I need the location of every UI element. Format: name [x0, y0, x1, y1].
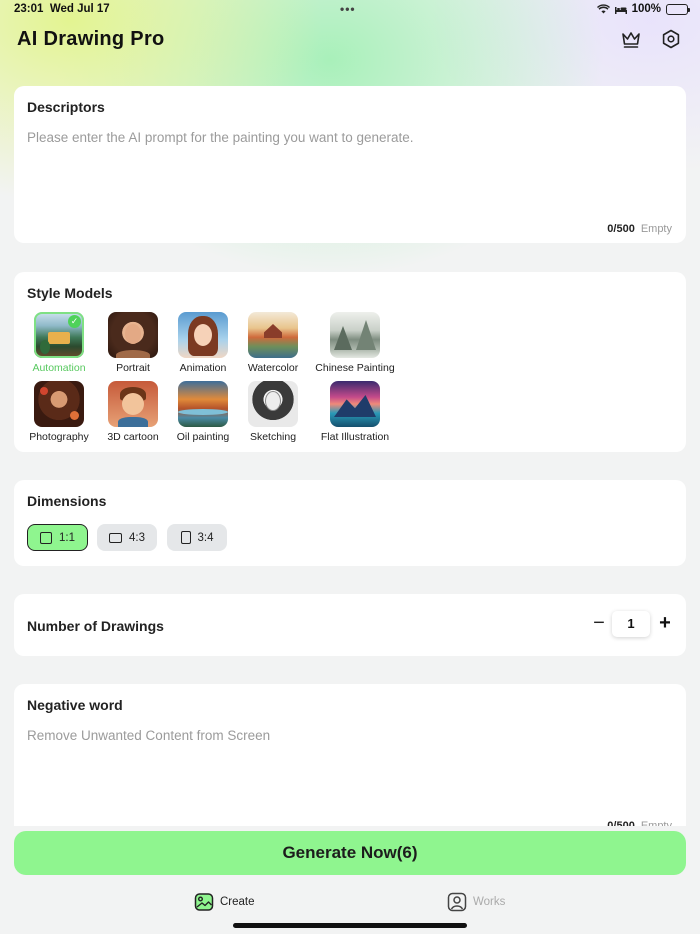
check-icon: ✓ — [68, 315, 81, 328]
status-indicators: 100% — [596, 3, 690, 15]
style-models-card: Style Models ✓ Automation Portrait Anima… — [14, 272, 686, 452]
style-label: Watercolor — [247, 362, 299, 374]
negative-word-title: Negative word — [27, 697, 123, 713]
style-thumbnail — [108, 381, 158, 427]
ratio-label: 1:1 — [59, 531, 75, 544]
decrement-button[interactable]: − — [590, 611, 608, 637]
negative-word-input[interactable] — [27, 728, 673, 808]
create-icon — [194, 893, 214, 911]
landscape-ratio-icon — [109, 532, 122, 543]
style-thumbnail — [108, 312, 158, 358]
ratio-label: 4:3 — [129, 531, 145, 544]
app-title: AI Drawing Pro — [17, 28, 165, 50]
dimensions-card: Dimensions 1:1 4:3 3:4 — [14, 480, 686, 566]
tab-works[interactable]: Works — [447, 892, 505, 912]
style-chinese-painting[interactable]: Chinese Painting — [310, 312, 400, 374]
ratio-label: 3:4 — [197, 531, 214, 544]
style-thumbnail — [178, 312, 228, 358]
square-ratio-icon — [40, 531, 52, 544]
battery-icon — [666, 3, 690, 15]
prompt-char-counter: 0/500 Empty — [607, 223, 672, 235]
tab-create-label: Create — [220, 896, 255, 908]
home-indicator[interactable] — [233, 923, 467, 928]
style-watercolor[interactable]: Watercolor — [228, 312, 318, 374]
works-icon — [447, 892, 467, 912]
descriptors-title: Descriptors — [27, 99, 105, 115]
ratio-option-3-4[interactable]: 3:4 — [167, 524, 227, 551]
tab-works-label: Works — [473, 896, 506, 908]
number-of-drawings-card: Number of Drawings − 1 + — [14, 594, 686, 656]
tab-bar: Create Works — [0, 890, 700, 920]
prompt-input[interactable] — [27, 130, 673, 210]
ratio-option-1-1[interactable]: 1:1 — [27, 524, 88, 551]
settings-icon[interactable] — [660, 28, 682, 50]
style-thumbnail — [178, 381, 228, 427]
crown-icon[interactable] — [620, 28, 642, 50]
descriptors-card: Descriptors 0/500Empty — [14, 86, 686, 243]
style-thumbnail: ✓ — [34, 312, 84, 358]
battery-percent: 100% — [631, 3, 661, 15]
multitasking-dots[interactable]: ••• — [340, 2, 356, 16]
app-header: AI Drawing Pro — [0, 22, 700, 62]
style-thumbnail — [34, 381, 84, 427]
style-flat-illustration[interactable]: Flat Illustration — [310, 381, 400, 443]
style-thumbnail — [248, 381, 298, 427]
style-thumbnail — [248, 312, 298, 358]
style-thumbnail — [330, 381, 380, 427]
status-bar: 23:01 Wed Jul 17 ••• 100% — [0, 0, 700, 20]
style-sketching[interactable]: Sketching — [228, 381, 318, 443]
style-label: Sketching — [249, 431, 297, 443]
wifi-icon — [596, 4, 610, 14]
increment-button[interactable]: + — [656, 611, 674, 637]
drawings-count-field[interactable]: 1 — [612, 611, 650, 637]
style-label: Flat Illustration — [320, 431, 390, 443]
style-label: Chinese Painting — [315, 362, 395, 374]
status-time: 23:01 Wed Jul 17 — [14, 3, 110, 15]
number-of-drawings-title: Number of Drawings — [27, 618, 164, 634]
portrait-ratio-icon — [180, 531, 191, 544]
generate-now-button[interactable]: Generate Now(6) — [14, 831, 686, 875]
dimensions-title: Dimensions — [27, 493, 107, 509]
tab-create[interactable]: Create — [194, 892, 255, 912]
bed-icon — [614, 6, 627, 14]
style-models-title: Style Models — [27, 285, 113, 301]
ratio-option-4-3[interactable]: 4:3 — [97, 524, 157, 551]
style-thumbnail — [330, 312, 380, 358]
